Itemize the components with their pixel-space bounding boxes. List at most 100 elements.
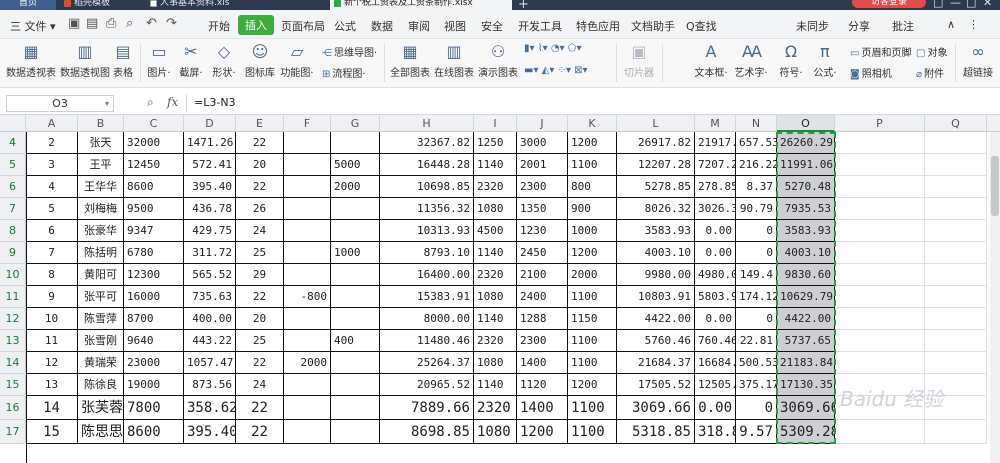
screenshot-button[interactable]: ✂ 截屏· [176,43,206,80]
cell-Q17[interactable] [925,420,987,444]
cell-L16[interactable]: 3069.66 [617,396,695,420]
cell-N4[interactable]: 657.53 [736,132,777,154]
cell-L8[interactable]: 3583.93 [617,220,695,242]
cell-C11[interactable]: 16000 [124,286,184,308]
cell-N9[interactable]: 0 [736,242,777,264]
row-header-17[interactable]: 17 [0,420,26,444]
menu-special-apps[interactable]: 特色应用 [576,18,620,34]
cell-Q8[interactable] [925,220,987,242]
cell-G11[interactable] [331,286,380,308]
cell-I7[interactable]: 1080 [474,198,517,220]
cell-H12[interactable]: 8000.00 [380,308,474,330]
cell-C10[interactable]: 12300 [124,264,184,286]
cell-C13[interactable]: 9640 [124,330,184,352]
cell-O8[interactable]: 3583.93 [777,220,835,242]
cell-J14[interactable]: 1400 [517,352,568,374]
cell-H6[interactable]: 10698.85 [380,176,474,198]
cell-J4[interactable]: 3000 [517,132,568,154]
column-header-F[interactable]: F [284,115,331,132]
window-layout-icon[interactable]: □ [933,0,943,9]
cell-O9[interactable]: 4003.10 [777,242,835,264]
cell-O17[interactable]: 5309.28 [777,420,835,444]
cell-M17[interactable]: 318.85 [695,420,736,444]
menu-security[interactable]: 安全 [481,18,503,34]
cell-N11[interactable]: 174.12 [736,286,777,308]
cell-E6[interactable]: 22 [236,176,284,198]
cell-H13[interactable]: 11480.46 [380,330,474,352]
cell-E9[interactable]: 25 [236,242,284,264]
cell-B13[interactable]: 张雪刚 [78,330,124,352]
cell-F5[interactable] [284,154,331,176]
pivot-chart-button[interactable]: ▥ 数据透视图 [60,43,110,80]
cell-I4[interactable]: 1250 [474,132,517,154]
slicer-button[interactable]: ▣ 切片器 [622,43,656,80]
cell-G7[interactable] [331,198,380,220]
cell-A12[interactable]: 10 [26,308,78,330]
cell-F6[interactable] [284,176,331,198]
mindmap-button[interactable]: ⋲ 思维导图· [322,44,377,59]
tab-payroll-xlsx[interactable]: 新个税工资表及工资条制作.xlsx [330,0,512,10]
comment-button[interactable]: 批注 [892,18,914,34]
cell-G16[interactable] [331,396,380,420]
more-options-icon[interactable]: ⋮ [968,18,979,31]
cell-B7[interactable]: 刘梅梅 [78,198,124,220]
cell-C15[interactable]: 19000 [124,374,184,396]
camera-button[interactable]: ◙ 照相机 [850,65,892,80]
redo-icon[interactable]: ↷ [166,16,177,31]
cell-I11[interactable]: 1080 [474,286,517,308]
cell-M7[interactable]: 3026.32 [695,198,736,220]
hyperlink-button[interactable]: ∞ 超链接 [960,43,996,80]
cell-O11[interactable]: 10629.79 [777,286,835,308]
menu-doc-assistant[interactable]: 文档助手 [631,18,675,34]
cell-O5[interactable]: 11991.06 [777,154,835,176]
cell-B10[interactable]: 黄阳可 [78,264,124,286]
cell-P8[interactable] [835,220,925,242]
cell-E8[interactable]: 24 [236,220,284,242]
cell-P14[interactable] [835,352,925,374]
cell-B14[interactable]: 黄瑞荣 [78,352,124,374]
cell-F11[interactable]: -800 [284,286,331,308]
cell-M10[interactable]: 4980.00 [695,264,736,286]
cell-C9[interactable]: 6780 [124,242,184,264]
cell-Q6[interactable] [925,176,987,198]
textbox-button[interactable]: A 文本框· [694,43,728,80]
cell-B5[interactable]: 王平 [78,154,124,176]
cell-I16[interactable]: 2320 [474,396,517,420]
cell-P9[interactable] [835,242,925,264]
cell-A7[interactable]: 5 [26,198,78,220]
menu-formulas[interactable]: 公式 [334,18,356,34]
cell-P17[interactable] [835,420,925,444]
cell-B4[interactable]: 张天 [78,132,124,154]
undo-icon[interactable]: ↶ [146,16,157,31]
cell-D4[interactable]: 1471.26 [184,132,236,154]
cell-A6[interactable]: 4 [26,176,78,198]
cell-N12[interactable]: 0 [736,308,777,330]
cell-K10[interactable]: 2000 [568,264,617,286]
cell-P10[interactable] [835,264,925,286]
cell-M9[interactable]: 0.00 [695,242,736,264]
column-header-N[interactable]: N [736,115,777,132]
all-charts-button[interactable]: ▦ 全部图表 [390,43,430,80]
cell-I13[interactable]: 2320 [474,330,517,352]
menu-page-layout[interactable]: 页面布局 [281,18,325,34]
column-header-G[interactable]: G [331,115,380,132]
pivot-table-button[interactable]: ▦ 数据透视表 [6,43,56,80]
cell-Q4[interactable] [925,132,987,154]
menu-start[interactable]: 开始 [208,18,230,34]
cell-K16[interactable]: 1100 [568,396,617,420]
shape-button[interactable]: ◇ 形状· [209,43,239,80]
cell-K9[interactable]: 1200 [568,242,617,264]
cell-F8[interactable] [284,220,331,242]
cell-L10[interactable]: 9980.00 [617,264,695,286]
column-header-M[interactable]: M [695,115,736,132]
cell-D12[interactable]: 400.00 [184,308,236,330]
cell-J7[interactable]: 1350 [517,198,568,220]
minimize-button[interactable]: — [950,0,961,9]
cell-K7[interactable]: 900 [568,198,617,220]
cell-F4[interactable] [284,132,331,154]
cell-P7[interactable] [835,198,925,220]
cell-K12[interactable]: 1150 [568,308,617,330]
cell-D11[interactable]: 735.63 [184,286,236,308]
cell-I8[interactable]: 4500 [474,220,517,242]
cell-I10[interactable]: 2320 [474,264,517,286]
